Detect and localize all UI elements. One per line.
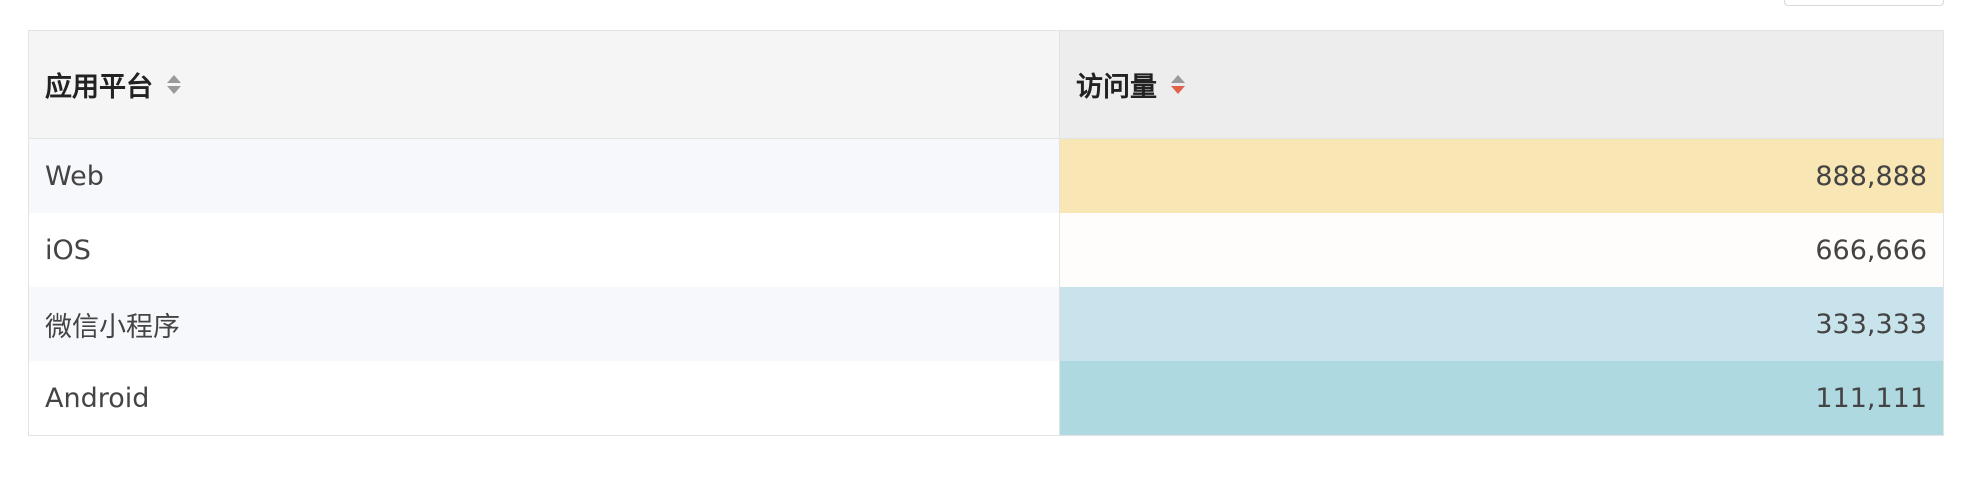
table-row: Web 888,888 [29,139,1943,213]
sort-asc-icon [1171,75,1185,83]
table-row: Android 111,111 [29,361,1943,435]
sort-icon[interactable] [167,75,181,94]
visits-cell: 333,333 [1060,287,1943,361]
header-visits[interactable]: 访问量 [1060,31,1943,138]
visits-cell: 888,888 [1060,139,1943,213]
top-right-control[interactable] [1784,0,1944,6]
sort-icon[interactable] [1171,75,1185,94]
platform-cell: iOS [29,213,1060,287]
table-row: 微信小程序 333,333 [29,287,1943,361]
platform-cell: Web [29,139,1060,213]
header-platform[interactable]: 应用平台 [29,31,1060,138]
platform-cell: 微信小程序 [29,287,1060,361]
sort-desc-icon [1171,86,1185,94]
visits-cell: 666,666 [1060,213,1943,287]
data-table: 应用平台 访问量 Web 888,888 iOS 666,666 微信小程序 3… [28,30,1944,436]
platform-cell: Android [29,361,1060,435]
table-row: iOS 666,666 [29,213,1943,287]
header-visits-label: 访问量 [1076,72,1157,103]
sort-asc-icon [167,75,181,83]
visits-cell: 111,111 [1060,361,1943,435]
header-platform-label: 应用平台 [45,72,153,103]
sort-desc-icon [167,86,181,94]
table-header-row: 应用平台 访问量 [29,31,1943,139]
